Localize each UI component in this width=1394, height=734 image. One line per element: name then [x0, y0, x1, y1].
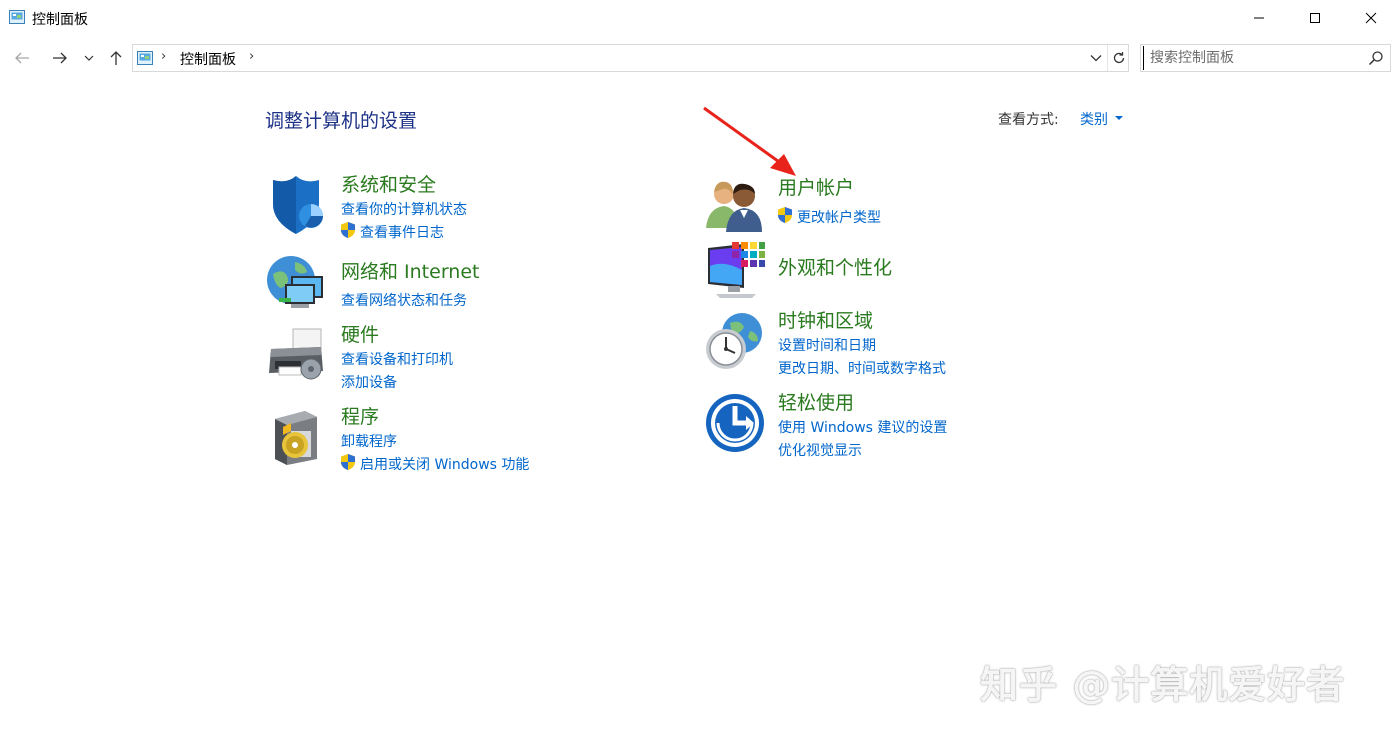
programs-disc-icon[interactable] [265, 405, 327, 467]
search-box[interactable] [1140, 44, 1391, 72]
chevron-down-icon [1090, 55, 1102, 62]
back-button[interactable] [9, 44, 35, 72]
view-by-label: 查看方式: [998, 112, 1059, 128]
forward-button[interactable] [47, 44, 73, 72]
watermark: 知乎 @计算机爱好者 [980, 663, 1346, 707]
page-title: 调整计算机的设置 [265, 110, 418, 132]
recent-locations-button[interactable] [79, 44, 99, 72]
maximize-button[interactable] [1287, 0, 1343, 36]
link-set-time-date[interactable]: 设置时间和日期 [778, 335, 876, 355]
minimize-icon [1254, 17, 1264, 19]
link-optimize-visual-display[interactable]: 优化视觉显示 [778, 440, 862, 460]
link-windows-features[interactable]: 启用或关闭 Windows 功能 [360, 454, 529, 474]
minimize-button[interactable] [1231, 0, 1287, 36]
link-view-devices-printers[interactable]: 查看设备和打印机 [341, 349, 453, 369]
close-icon [1365, 12, 1377, 24]
address-dropdown-button[interactable] [1085, 45, 1107, 71]
link-view-computer-status[interactable]: 查看你的计算机状态 [341, 199, 467, 219]
uac-shield-icon [341, 454, 355, 470]
breadcrumb-separator-icon[interactable]: › [249, 49, 254, 64]
caret-down-icon[interactable] [1115, 116, 1123, 120]
arrow-right-icon [53, 52, 67, 64]
link-recommended-settings[interactable]: 使用 Windows 建议的设置 [778, 417, 947, 437]
category-title-network-internet[interactable]: 网络和 Internet [341, 257, 479, 284]
category-title-ease-of-access[interactable]: 轻松使用 [778, 388, 854, 415]
ease-of-access-icon[interactable] [704, 392, 766, 454]
chevron-down-icon [84, 55, 94, 61]
link-view-event-log[interactable]: 查看事件日志 [360, 222, 444, 242]
up-button[interactable] [103, 44, 129, 72]
uac-shield-icon [341, 222, 355, 238]
category-title-hardware[interactable]: 硬件 [341, 320, 379, 347]
category-title-clock-region[interactable]: 时钟和区域 [778, 306, 873, 333]
network-globe-icon[interactable] [265, 254, 327, 316]
link-add-device[interactable]: 添加设备 [341, 372, 397, 392]
link-change-account-type[interactable]: 更改帐户类型 [797, 207, 881, 227]
search-icon[interactable] [1368, 50, 1384, 66]
refresh-icon [1113, 52, 1124, 64]
title-bar: 控制面板 [0, 0, 1394, 36]
address-bar[interactable]: › 控制面板 › [132, 44, 1129, 72]
category-title-programs[interactable]: 程序 [341, 402, 379, 429]
breadcrumb-control-panel[interactable]: 控制面板 [180, 49, 236, 69]
arrow-left-icon [15, 52, 29, 64]
annotation-arrow-icon [703, 106, 796, 176]
uac-shield-icon [778, 207, 792, 223]
link-change-date-format[interactable]: 更改日期、时间或数字格式 [778, 358, 946, 378]
link-view-network-status[interactable]: 查看网络状态和任务 [341, 290, 467, 310]
appearance-monitor-icon[interactable] [704, 240, 766, 302]
maximize-icon [1310, 13, 1320, 23]
refresh-button[interactable] [1107, 45, 1129, 71]
printer-hardware-icon[interactable] [265, 325, 327, 387]
link-uninstall-program[interactable]: 卸载程序 [341, 431, 397, 451]
view-by-dropdown[interactable]: 类别 [1080, 109, 1108, 129]
arrow-up-icon [110, 51, 122, 65]
breadcrumb-separator-icon[interactable]: › [161, 49, 166, 64]
search-input[interactable] [1143, 46, 1363, 70]
category-title-system-security[interactable]: 系统和安全 [341, 170, 436, 197]
control-panel-icon [9, 10, 25, 24]
window-title: 控制面板 [32, 12, 88, 28]
clock-globe-icon[interactable] [704, 311, 766, 373]
shield-security-icon[interactable] [265, 174, 327, 236]
category-title-appearance[interactable]: 外观和个性化 [778, 253, 892, 280]
control-panel-icon [137, 51, 153, 65]
close-button[interactable] [1343, 0, 1394, 36]
